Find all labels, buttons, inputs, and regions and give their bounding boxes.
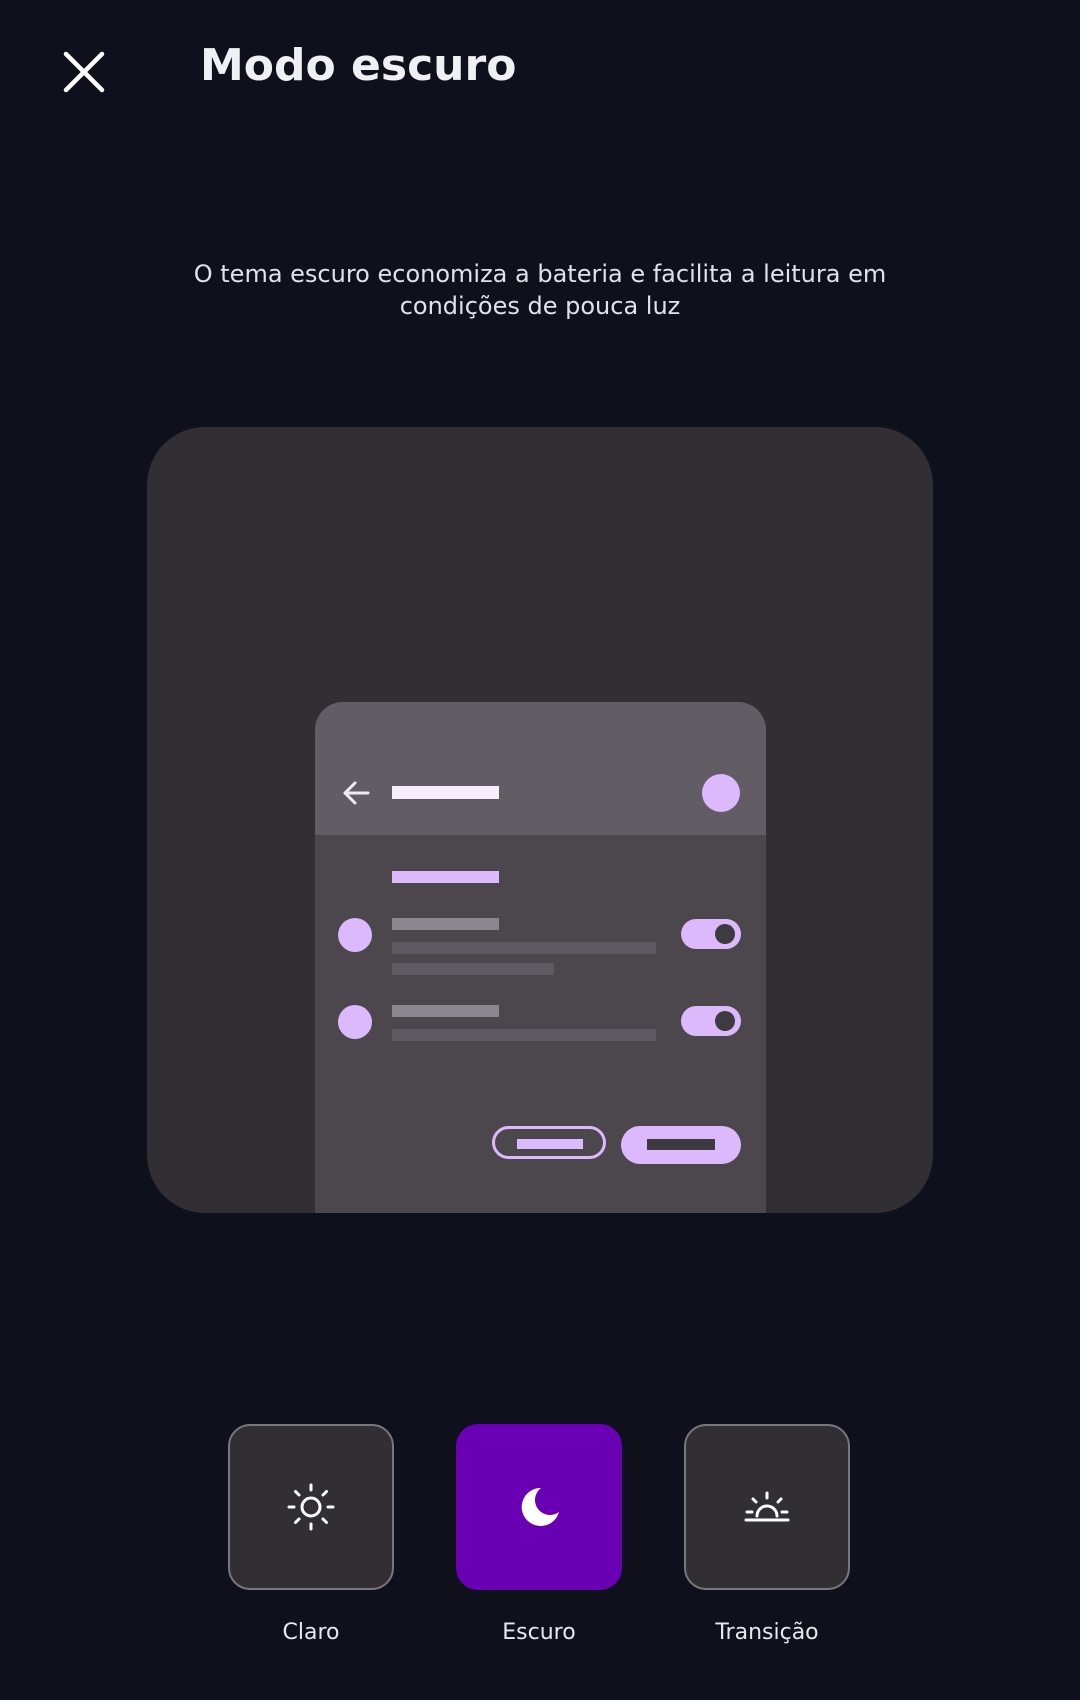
sun-icon	[287, 1483, 335, 1531]
mode-dark-label: Escuro	[502, 1620, 576, 1645]
preview-filled-button	[621, 1126, 741, 1164]
preview-mock-appbar	[315, 702, 766, 835]
mode-light-label: Claro	[282, 1620, 340, 1645]
preview-avatar-dot	[702, 774, 740, 812]
preview-row-dot	[338, 918, 372, 952]
mode-transition-button[interactable]	[684, 1424, 850, 1590]
preview-row-line-bar	[392, 942, 656, 954]
preview-row-line-bar	[392, 963, 554, 975]
mode-transition-label: Transição	[715, 1620, 819, 1645]
preview-outline-button	[492, 1126, 606, 1159]
preview-section-header-bar	[392, 871, 499, 883]
preview-row-title-bar	[392, 1005, 499, 1017]
preview-toggle	[681, 919, 741, 949]
page-title: Modo escuro	[200, 40, 517, 91]
close-button[interactable]	[50, 38, 118, 106]
moon-icon	[521, 1487, 559, 1526]
sunrise-icon	[744, 1491, 790, 1522]
preview-appbar-title-bar	[392, 786, 499, 799]
preview-row-title-bar	[392, 918, 499, 930]
theme-preview-card	[147, 427, 933, 1213]
preview-mock-screen	[315, 702, 766, 1213]
preview-row-line-bar	[392, 1029, 656, 1041]
preview-row-dot	[338, 1005, 372, 1039]
mode-light-button[interactable]	[228, 1424, 394, 1590]
mode-dark-button[interactable]	[456, 1424, 622, 1590]
close-icon	[63, 51, 105, 93]
preview-toggle	[681, 1006, 741, 1036]
description-text: O tema escuro economiza a bateria e faci…	[193, 260, 887, 320]
back-arrow-icon	[343, 781, 370, 805]
